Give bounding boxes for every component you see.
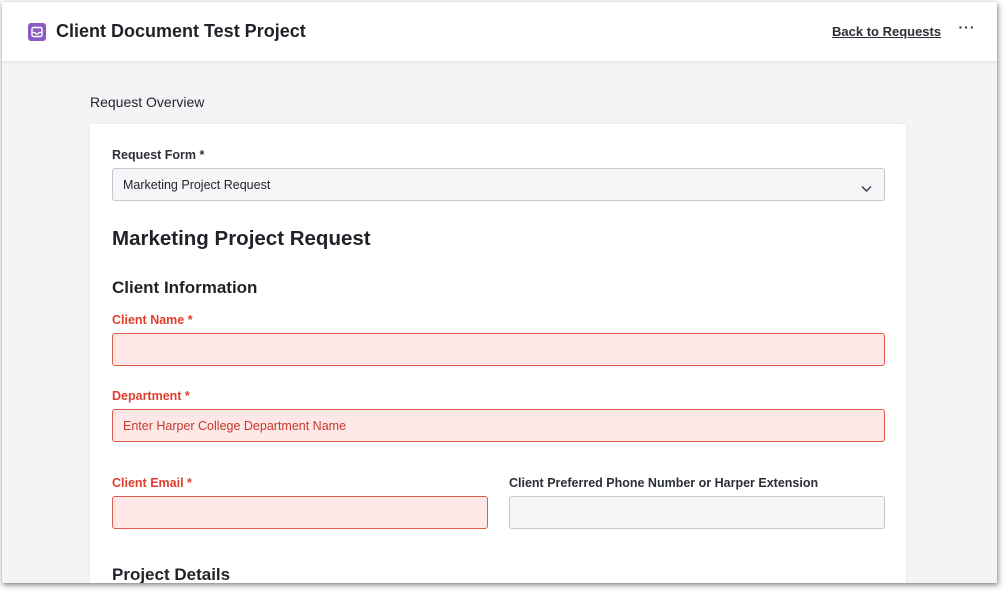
request-form-label: Request Form * xyxy=(112,148,205,162)
client-email-label: Client Email * xyxy=(112,476,192,490)
request-form-card: Request Form * Marketing Project Request… xyxy=(90,124,906,583)
department-field[interactable] xyxy=(112,409,885,442)
request-form-selected-value: Marketing Project Request xyxy=(123,178,271,192)
project-title: Client Document Test Project xyxy=(56,21,306,41)
app-window: Client Document Test Project Back to Req… xyxy=(2,2,997,583)
request-form-select[interactable]: Marketing Project Request xyxy=(112,168,885,201)
more-options-icon[interactable]: ··· xyxy=(956,20,978,40)
request-overview-label: Request Overview xyxy=(90,94,205,110)
back-to-requests-link[interactable]: Back to Requests xyxy=(832,24,941,39)
inbox-icon xyxy=(28,23,46,41)
client-phone-label: Client Preferred Phone Number or Harper … xyxy=(509,476,819,490)
department-label: Department * xyxy=(112,389,190,403)
client-name-label: Client Name * xyxy=(112,313,193,327)
client-name-field[interactable] xyxy=(112,333,885,366)
client-phone-field[interactable] xyxy=(509,496,885,529)
client-email-field[interactable] xyxy=(112,496,488,529)
top-header: Client Document Test Project Back to Req… xyxy=(2,2,997,62)
client-information-heading: Client Information xyxy=(112,278,258,297)
form-title: Marketing Project Request xyxy=(112,227,371,250)
project-details-heading: Project Details xyxy=(112,565,231,583)
chevron-down-icon xyxy=(861,180,872,198)
